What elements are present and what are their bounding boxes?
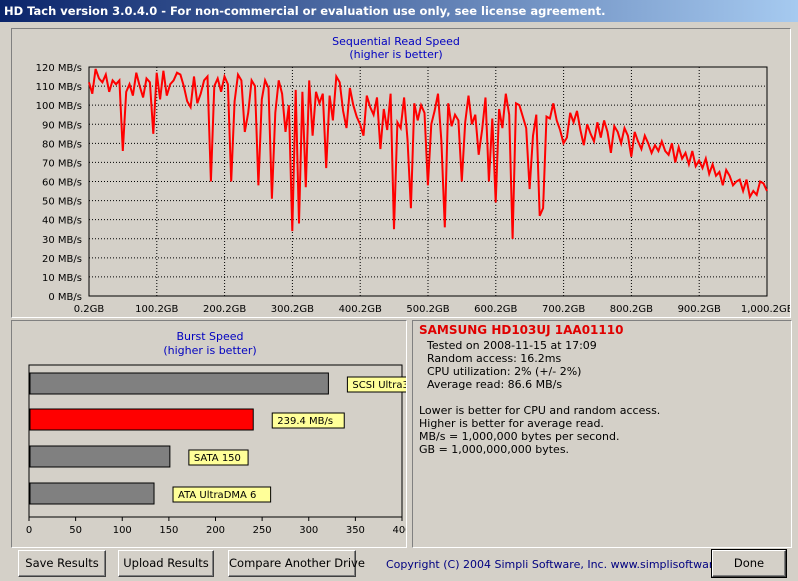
read-y-tick-label: 60 MB/s <box>42 178 82 189</box>
read-y-tick-label: 10 MB/s <box>42 273 82 284</box>
burst-data-label: SCSI Ultra320 <box>352 380 406 391</box>
burst-bar <box>29 372 329 395</box>
note-read: Higher is better for average read. <box>419 417 604 430</box>
copyright-text: Copyright (C) 2004 Simpli Software, Inc.… <box>386 558 747 571</box>
burst-x-tick-label: 300 <box>299 525 318 536</box>
read-x-tick-label: 400.2GB <box>339 304 382 315</box>
burst-x-tick-label: 100 <box>113 525 132 536</box>
burst-bar <box>29 445 171 468</box>
read-chart-title: Sequential Read Speed <box>332 35 460 48</box>
read-x-tick-label: 300.2GB <box>271 304 314 315</box>
read-x-tick-label: 600.2GB <box>474 304 517 315</box>
save-results-button[interactable]: Save Results <box>18 550 106 577</box>
read-y-tick-label: 0 MB/s <box>48 292 82 303</box>
burst-chart-title: Burst Speed <box>176 330 243 343</box>
read-x-tick-label: 900.2GB <box>678 304 721 315</box>
tested-date: Tested on 2008-11-15 at 17:09 <box>427 339 597 352</box>
burst-x-tick-label: 50 <box>69 525 82 536</box>
read-x-tick-label: 100.2GB <box>135 304 178 315</box>
burst-x-tick-label: 350 <box>346 525 365 536</box>
read-x-tick-label: 200.2GB <box>203 304 246 315</box>
burst-x-tick-label: 150 <box>159 525 178 536</box>
burst-chart: Burst Speed (higher is better) SCSI Ultr… <box>26 330 406 536</box>
read-x-tick-label: 1,000.2GE <box>741 304 790 315</box>
read-chart-subtitle: (higher is better) <box>349 48 442 61</box>
random-access: Random access: 16.2ms <box>427 352 562 365</box>
upload-results-button[interactable]: Upload Results <box>118 550 214 577</box>
average-read: Average read: 86.6 MB/s <box>427 378 563 391</box>
burst-data-label: 239.4 MB/s <box>277 416 333 427</box>
cpu-utilization: CPU utilization: 2% (+/- 2%) <box>427 365 582 378</box>
burst-data-label: SATA 150 <box>194 453 241 464</box>
done-button[interactable]: Done <box>711 549 787 578</box>
read-y-tick-label: 70 MB/s <box>42 158 82 169</box>
burst-x-tick-label: 0 <box>26 525 32 536</box>
burst-chart-subtitle: (higher is better) <box>163 344 256 357</box>
read-y-tick-label: 80 MB/s <box>42 139 82 150</box>
burst-bar <box>29 408 254 431</box>
read-chart: Sequential Read Speed (higher is better)… <box>36 35 790 315</box>
read-chart-panel: Sequential Read Speed (higher is better)… <box>11 28 791 318</box>
burst-x-tick-label: 250 <box>253 525 272 536</box>
burst-data-label: ATA UltraDMA 6 <box>178 490 256 501</box>
burst-bar <box>29 482 155 505</box>
read-y-tick-label: 120 MB/s <box>36 63 82 74</box>
window-title: HD Tach version 3.0.4.0 - For non-commer… <box>4 4 606 18</box>
burst-x-tick-label: 400 <box>392 525 406 536</box>
read-y-tick-label: 110 MB/s <box>36 82 82 93</box>
read-y-tick-label: 20 MB/s <box>42 254 82 265</box>
read-y-tick-label: 90 MB/s <box>42 120 82 131</box>
burst-chart-panel: Burst Speed (higher is better) SCSI Ultr… <box>11 320 407 548</box>
drive-name: SAMSUNG HD103UJ 1AA01110 <box>419 323 624 337</box>
note-cpu: Lower is better for CPU and random acces… <box>419 404 661 417</box>
read-x-tick-label: 700.2GB <box>542 304 585 315</box>
read-x-tick-label: 500.2GB <box>406 304 449 315</box>
read-x-tick-label: 0.2GB <box>74 304 105 315</box>
note-gb: GB = 1,000,000,000 bytes. <box>419 443 570 456</box>
drive-info-panel: SAMSUNG HD103UJ 1AA01110 Tested on 2008-… <box>412 320 792 548</box>
read-y-tick-label: 30 MB/s <box>42 235 82 246</box>
read-y-tick-label: 100 MB/s <box>36 101 82 112</box>
read-y-tick-label: 40 MB/s <box>42 216 82 227</box>
read-x-tick-label: 800.2GB <box>610 304 653 315</box>
burst-x-tick-label: 200 <box>206 525 225 536</box>
title-bar: HD Tach version 3.0.4.0 - For non-commer… <box>0 0 798 22</box>
note-mbs: MB/s = 1,000,000 bytes per second. <box>419 430 620 443</box>
compare-drive-button[interactable]: Compare Another Drive <box>228 550 365 577</box>
read-y-tick-label: 50 MB/s <box>42 197 82 208</box>
